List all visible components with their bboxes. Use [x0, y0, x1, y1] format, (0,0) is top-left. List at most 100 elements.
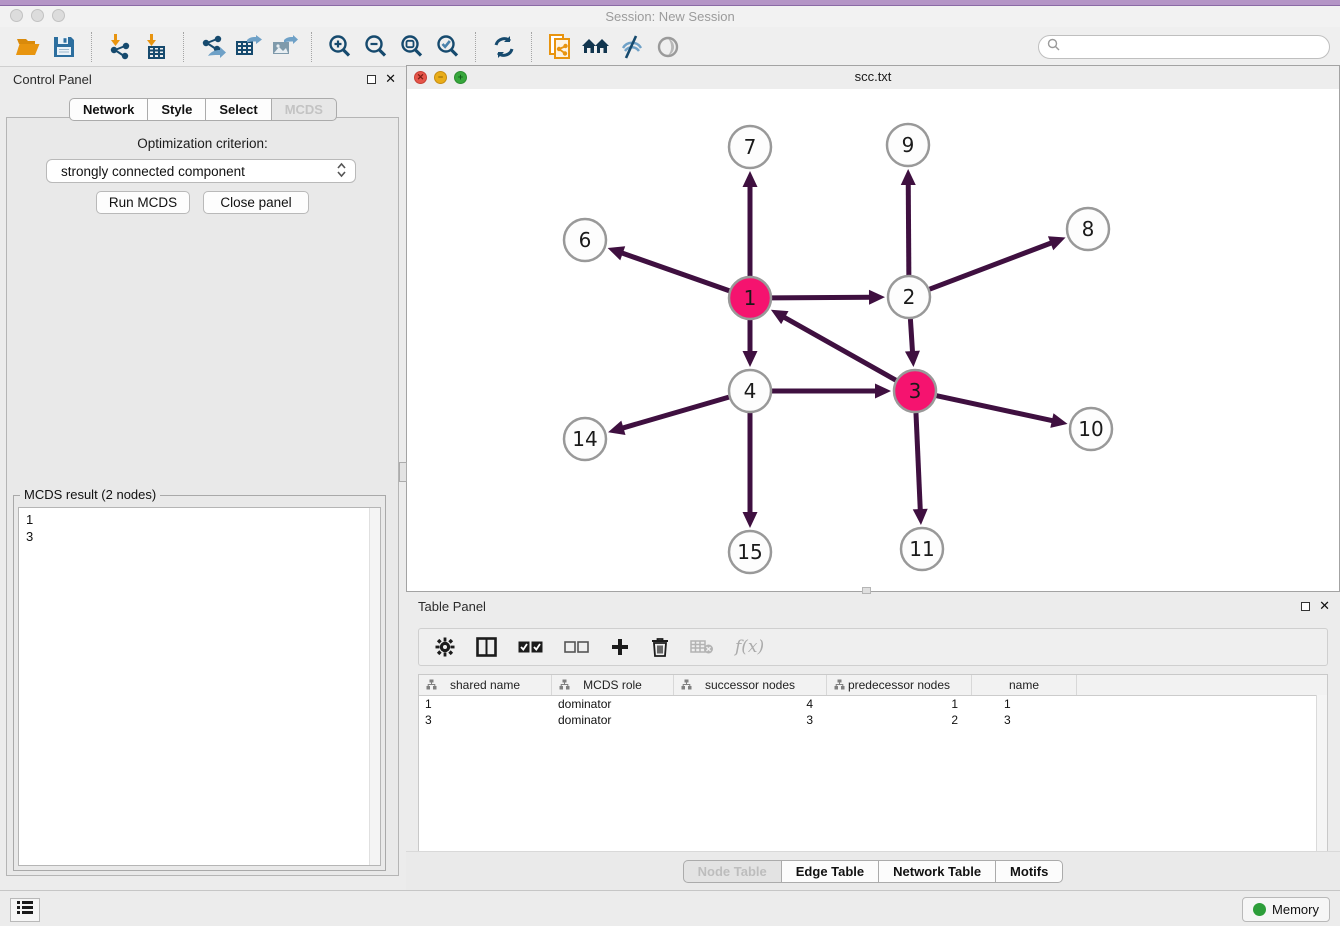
tab-network[interactable]: Network: [69, 98, 147, 121]
function-builder-icon: f(x): [735, 637, 764, 657]
graph-node-9[interactable]: 9: [887, 124, 929, 166]
tab-select[interactable]: Select: [205, 98, 270, 121]
graph-node-7[interactable]: 7: [729, 126, 771, 168]
network-minimize-button[interactable]: −: [434, 71, 447, 84]
open-folder-icon: [15, 35, 42, 59]
tab-motifs[interactable]: Motifs: [995, 860, 1063, 883]
open-session-button[interactable]: [10, 30, 46, 64]
vertical-divider-handle[interactable]: [399, 462, 407, 482]
zoom-out-button[interactable]: [358, 30, 394, 64]
optimization-select[interactable]: strongly connected component: [46, 159, 356, 183]
application-window: Session: New Session: [0, 0, 1340, 926]
export-table-button[interactable]: [230, 30, 266, 64]
first-neighbors-button[interactable]: [578, 30, 614, 64]
tab-network-table[interactable]: Network Table: [878, 860, 995, 883]
table-row[interactable]: 3dominator323: [419, 712, 1327, 728]
graph-edge-4-3[interactable]: [772, 384, 891, 399]
graph-node-6[interactable]: 6: [564, 219, 606, 261]
delete-column-icon[interactable]: [651, 637, 669, 658]
task-history-button[interactable]: [10, 898, 40, 922]
graph-edge-4-15[interactable]: [743, 413, 758, 528]
horizontal-divider-handle[interactable]: [862, 587, 871, 594]
table-panel-tabs: Node TableEdge TableNetwork TableMotifs: [406, 860, 1340, 883]
tab-mcds[interactable]: MCDS: [271, 98, 337, 121]
deselect-all-rows-icon[interactable]: [564, 641, 589, 653]
import-network-button[interactable]: [102, 30, 138, 64]
svg-text:3: 3: [909, 379, 922, 403]
export-image-button[interactable]: [266, 30, 302, 64]
graph-edge-3-10[interactable]: [937, 396, 1068, 428]
zoom-fit-button[interactable]: [394, 30, 430, 64]
column-header-successor-nodes[interactable]: successor nodes: [674, 675, 827, 695]
graph-edge-1-7[interactable]: [743, 171, 758, 276]
network-canvas[interactable]: 7 9 6 8 1 2 4 3 14 10 15 11: [407, 89, 1339, 591]
save-session-button[interactable]: [46, 30, 82, 64]
control-panel-title: Control Panel: [0, 67, 406, 93]
delete-table-icon: [690, 639, 714, 655]
select-all-rows-icon[interactable]: [518, 641, 543, 653]
close-panel-button[interactable]: Close panel: [203, 191, 309, 214]
column-header-name[interactable]: name: [972, 675, 1077, 695]
close-panel-icon[interactable]: ✕: [385, 74, 396, 85]
node-table: shared nameMCDS rolesuccessor nodesprede…: [418, 674, 1328, 852]
export-network-button[interactable]: [194, 30, 230, 64]
window-title: Session: New Session: [0, 6, 1340, 27]
graph-node-11[interactable]: 11: [901, 528, 943, 570]
graph-node-2[interactable]: 2: [888, 276, 930, 318]
result-scrollbar[interactable]: [369, 508, 380, 865]
table-scrollbar[interactable]: [1316, 695, 1327, 851]
tab-style[interactable]: Style: [147, 98, 205, 121]
column-header-predecessor-nodes[interactable]: predecessor nodes: [827, 675, 972, 695]
toolbar-separator: [311, 32, 313, 62]
graph-edge-3-11[interactable]: [913, 413, 928, 525]
graph-node-8[interactable]: 8: [1067, 208, 1109, 250]
float-panel-icon[interactable]: [1301, 602, 1310, 611]
show-all-button[interactable]: [650, 30, 686, 64]
network-maximize-button[interactable]: +: [454, 71, 467, 84]
graph-edge-2-9[interactable]: [901, 169, 916, 275]
tab-node-table[interactable]: Node Table: [683, 860, 781, 883]
import-table-button[interactable]: [138, 30, 174, 64]
import-network-icon: [107, 33, 133, 60]
tab-edge-table[interactable]: Edge Table: [781, 860, 878, 883]
search-input[interactable]: [1065, 39, 1321, 55]
apply-layout-button[interactable]: [486, 30, 522, 64]
zoom-selected-button[interactable]: [430, 30, 466, 64]
graph-edge-2-8[interactable]: [930, 236, 1066, 289]
column-header-shared-name[interactable]: shared name: [419, 675, 552, 695]
table-row[interactable]: 1dominator411: [419, 696, 1327, 712]
network-view-titlebar[interactable]: ✕ − + scc.txt: [407, 66, 1339, 90]
graph-node-1[interactable]: 1: [729, 277, 771, 319]
graph-edge-2-3[interactable]: [905, 319, 920, 367]
memory-button[interactable]: Memory: [1242, 897, 1330, 922]
close-window-button[interactable]: [10, 9, 23, 22]
add-column-icon[interactable]: [610, 637, 630, 657]
export-network-icon: [199, 34, 226, 60]
graph-edge-1-2[interactable]: [772, 290, 885, 305]
graph-edge-1-6[interactable]: [608, 246, 730, 291]
column-header-MCDS-role[interactable]: MCDS role: [552, 675, 674, 695]
settings-gear-icon[interactable]: [435, 637, 455, 657]
toolbar-separator: [183, 32, 185, 62]
graph-node-10[interactable]: 10: [1070, 408, 1112, 450]
column-visibility-icon[interactable]: [476, 637, 497, 657]
toolbar-separator: [91, 32, 93, 62]
zoom-in-button[interactable]: [322, 30, 358, 64]
graph-edge-4-14[interactable]: [608, 397, 729, 435]
run-mcds-button[interactable]: Run MCDS: [96, 191, 190, 214]
close-panel-icon[interactable]: ✕: [1319, 601, 1330, 612]
graph-node-3[interactable]: 3: [894, 370, 936, 412]
mcds-result-area[interactable]: 1 3: [18, 507, 381, 866]
graph-edge-1-4[interactable]: [743, 320, 758, 367]
clone-network-button[interactable]: [542, 30, 578, 64]
graph-edge-3-1[interactable]: [771, 310, 896, 380]
graph-node-15[interactable]: 15: [729, 531, 771, 573]
zoom-window-button[interactable]: [52, 9, 65, 22]
network-close-button[interactable]: ✕: [414, 71, 427, 84]
graph-node-14[interactable]: 14: [564, 418, 606, 460]
graph-node-4[interactable]: 4: [729, 370, 771, 412]
hide-selected-button[interactable]: [614, 30, 650, 64]
minimize-window-button[interactable]: [31, 9, 44, 22]
table-toolbar: f(x): [418, 628, 1328, 666]
float-panel-icon[interactable]: [367, 75, 376, 84]
